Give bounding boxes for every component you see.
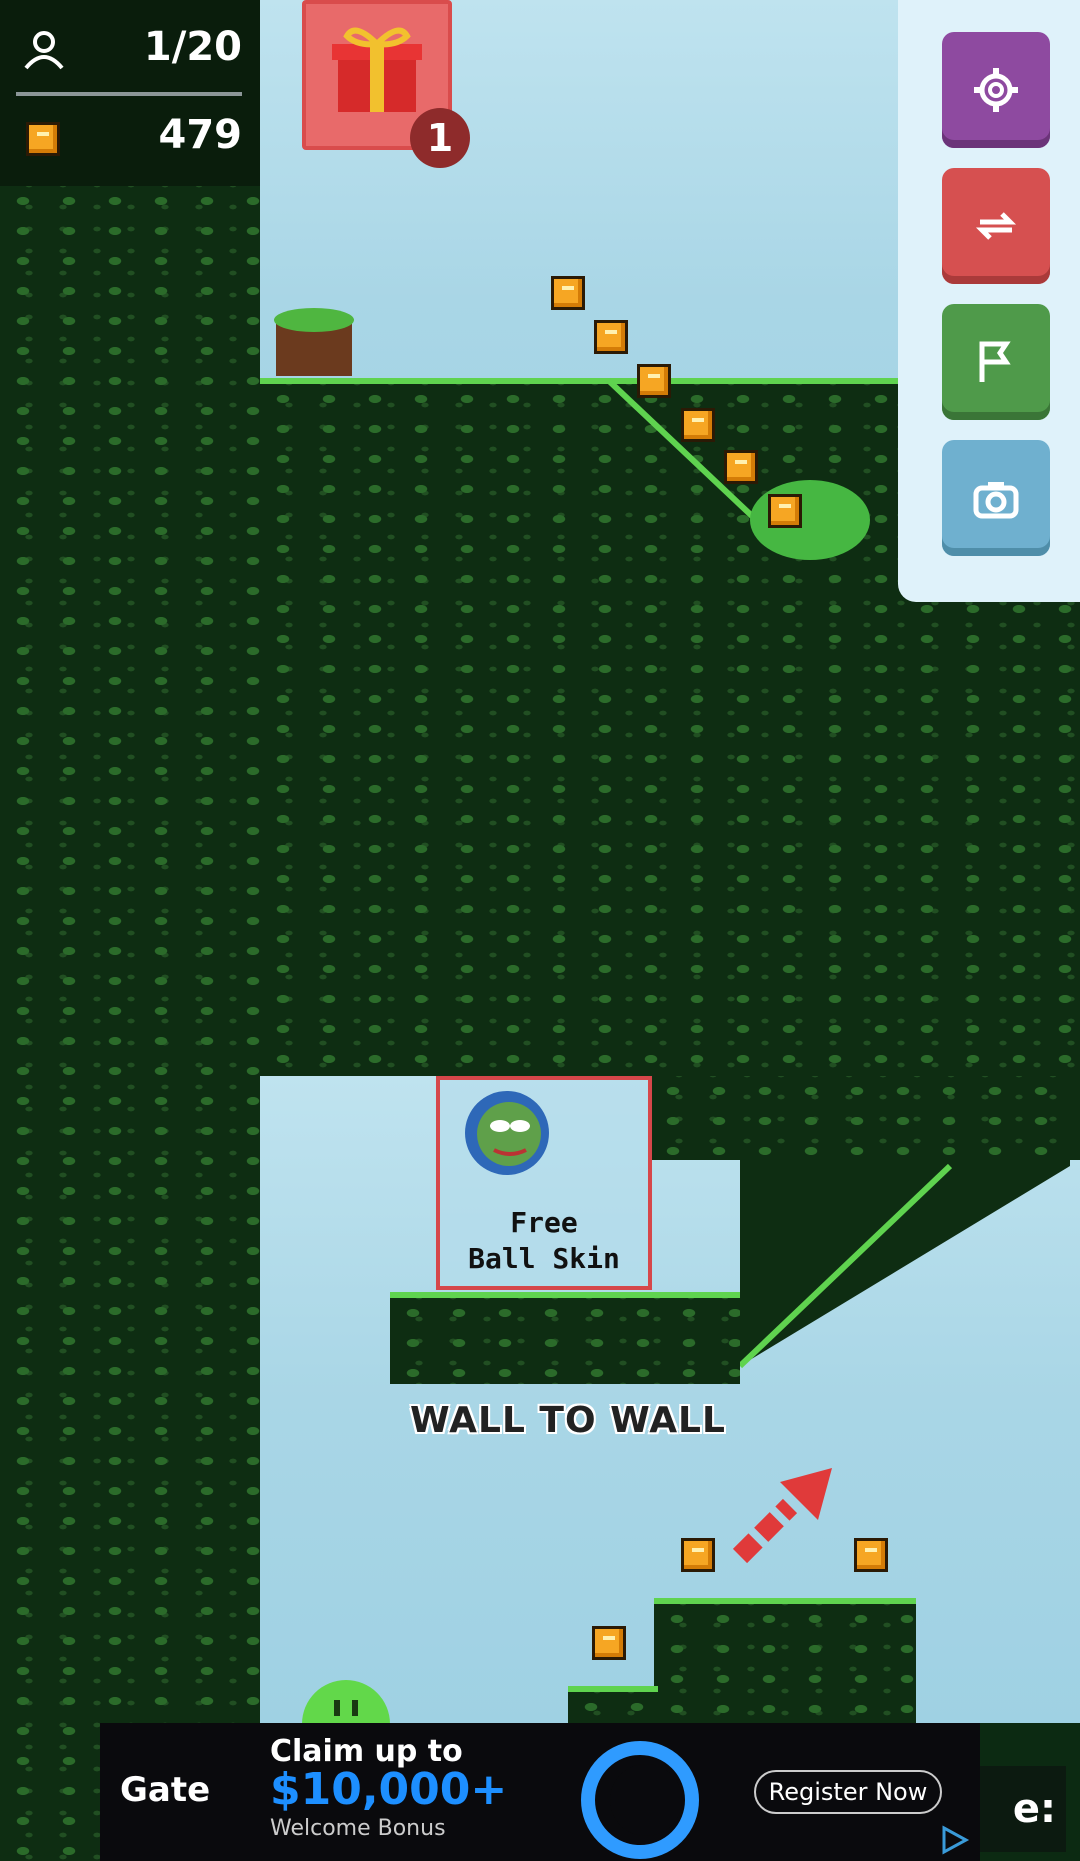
gift-icon — [332, 27, 422, 112]
step-platform — [654, 1598, 916, 1729]
coin — [592, 1626, 626, 1660]
coin — [854, 1538, 888, 1572]
coin — [681, 408, 715, 442]
coin — [681, 1538, 715, 1572]
slope-right — [740, 1158, 1070, 1369]
restart-button[interactable] — [942, 168, 1050, 284]
flag-icon — [979, 341, 1011, 382]
settings-button[interactable] — [942, 32, 1050, 148]
coin-count: 479 — [158, 112, 243, 158]
gear-icon — [974, 68, 1018, 112]
level-title: WALL TO WALL — [410, 1400, 726, 1441]
ad-info-icon[interactable] — [938, 1824, 970, 1856]
coin — [551, 276, 585, 310]
ad-graphic — [581, 1741, 699, 1859]
checkpoint-button[interactable] — [942, 304, 1050, 420]
pepe-ball-skin — [465, 1091, 549, 1175]
register-now-button[interactable]: Register Now — [754, 1770, 942, 1814]
free-skin-line2: Ball Skin — [468, 1242, 620, 1275]
hud-divider — [16, 92, 242, 96]
camera-icon — [973, 482, 1019, 519]
coin-icon — [26, 122, 60, 156]
coin — [637, 364, 671, 398]
arrow-icon — [732, 1468, 832, 1564]
free-skin-label: Free Ball Skin — [436, 1205, 652, 1277]
ad-brand: Gate — [120, 1770, 211, 1810]
coin — [724, 450, 758, 484]
players-icon — [24, 31, 64, 70]
player-ball — [302, 1680, 390, 1724]
coin — [768, 494, 802, 528]
tree-stump — [274, 308, 354, 376]
ad-subtext: Welcome Bonus — [270, 1816, 446, 1841]
ad-amount: $10,000+ — [270, 1764, 508, 1815]
players-count: 1/20 — [143, 24, 242, 70]
score-display: e: 6 — [980, 1766, 1066, 1852]
repeat-icon — [975, 212, 1017, 240]
ground-left-wall — [0, 186, 260, 1861]
screenshot-button[interactable] — [942, 440, 1050, 556]
gift-count-badge: 1 — [410, 108, 470, 168]
free-skin-line1: Free — [510, 1206, 578, 1239]
ledge-platform — [390, 1292, 740, 1384]
ground-middle-band — [650, 1076, 1080, 1160]
coin — [594, 320, 628, 354]
